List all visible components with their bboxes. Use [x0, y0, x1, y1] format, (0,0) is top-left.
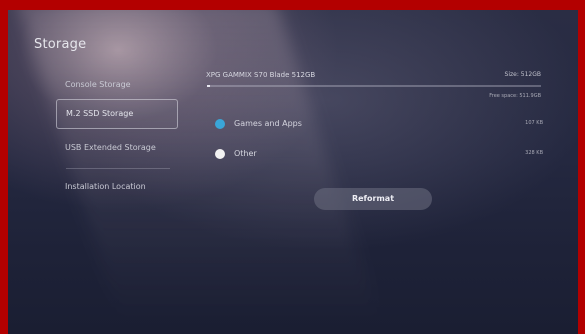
legend-item-other: Other 328 KB	[213, 148, 543, 160]
legend-item-games-and-apps: Games and Apps 107 KB	[213, 118, 543, 130]
legend-value: 328 KB	[525, 150, 543, 156]
drive-size: Size: 512GB	[504, 71, 541, 78]
reformat-button[interactable]: Reformat	[314, 188, 432, 210]
drive-name: XPG GAMMIX S70 Blade 512GB	[206, 71, 316, 79]
legend-label: Games and Apps	[234, 119, 302, 128]
page-title: Storage	[34, 37, 87, 52]
legend-value: 107 KB	[525, 120, 543, 126]
legend-label: Other	[234, 149, 257, 158]
free-space: Free space: 511.9GB	[489, 93, 541, 99]
storage-screen: Storage Console Storage M.2 SSD Storage …	[8, 10, 578, 334]
storage-usage-fill	[207, 85, 211, 87]
sidebar-item-console-storage[interactable]: Console Storage	[65, 80, 131, 89]
light-beam	[16, 10, 380, 320]
games-and-apps-dot-icon	[215, 119, 225, 129]
sidebar-item-usb-extended-storage[interactable]: USB Extended Storage	[65, 143, 156, 152]
other-dot-icon	[215, 149, 225, 159]
sidebar-divider	[66, 168, 170, 169]
sidebar-item-installation-location[interactable]: Installation Location	[65, 182, 146, 191]
storage-usage-bar	[207, 85, 541, 87]
sidebar-item-m2-ssd-storage[interactable]: M.2 SSD Storage	[56, 99, 178, 129]
